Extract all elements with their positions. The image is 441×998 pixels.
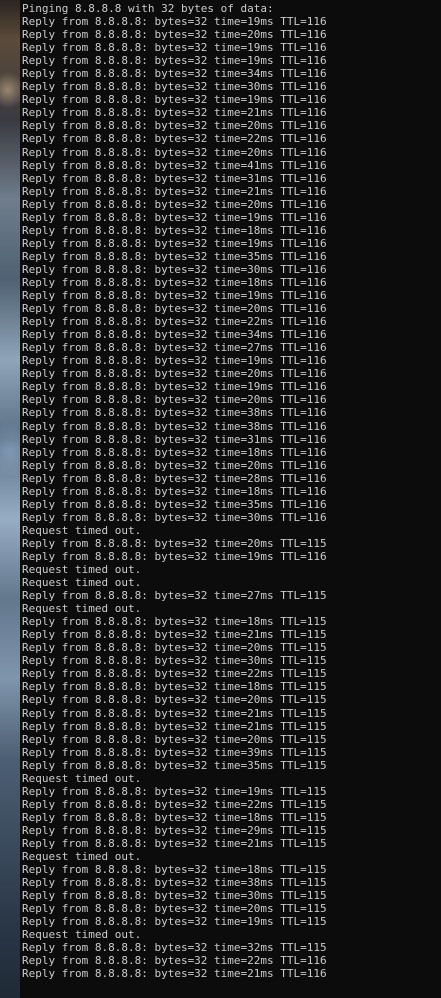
ping-reply-line: Reply from 8.8.8.8: bytes=32 time=38ms T… (22, 419, 327, 433)
ping-reply-line: Reply from 8.8.8.8: bytes=32 time=20ms T… (22, 302, 327, 316)
ping-reply-line: Reply from 8.8.8.8: bytes=32 time=18ms T… (22, 680, 327, 694)
ping-reply-line: Reply from 8.8.8.8: bytes=32 time=39ms T… (22, 745, 327, 759)
ping-reply-line: Reply from 8.8.8.8: bytes=32 time=20ms T… (22, 367, 327, 381)
ping-reply-line: Reply from 8.8.8.8: bytes=32 time=27ms T… (22, 341, 327, 355)
ping-reply-line: Reply from 8.8.8.8: bytes=32 time=30ms T… (22, 262, 327, 276)
ping-reply-line: Reply from 8.8.8.8: bytes=32 time=34ms T… (22, 67, 327, 81)
ping-reply-line: Reply from 8.8.8.8: bytes=32 time=22ms T… (22, 132, 327, 146)
ping-reply-line: Reply from 8.8.8.8: bytes=32 time=31ms T… (22, 432, 327, 446)
ping-reply-line: Reply from 8.8.8.8: bytes=32 time=20ms T… (22, 393, 327, 407)
ping-timeout-line: Request timed out. (22, 928, 142, 942)
ping-reply-line: Reply from 8.8.8.8: bytes=32 time=19ms T… (22, 354, 327, 368)
terminal-output[interactable]: Pinging 8.8.8.8 with 32 bytes of data: Re… (22, 2, 441, 981)
ping-reply-line: Reply from 8.8.8.8: bytes=32 time=20ms T… (22, 145, 327, 159)
ping-timeout-line: Request timed out. (22, 576, 142, 590)
ping-timeout-line: Request timed out. (22, 523, 142, 537)
ping-reply-line: Reply from 8.8.8.8: bytes=32 time=19ms T… (22, 380, 327, 394)
ping-reply-line: Reply from 8.8.8.8: bytes=32 time=19ms T… (22, 41, 327, 55)
ping-reply-line: Reply from 8.8.8.8: bytes=32 time=30ms T… (22, 510, 327, 524)
ping-reply-line: Reply from 8.8.8.8: bytes=32 time=31ms T… (22, 171, 327, 185)
ping-reply-line: Reply from 8.8.8.8: bytes=32 time=22ms T… (22, 954, 327, 968)
ping-reply-line: Reply from 8.8.8.8: bytes=32 time=38ms T… (22, 406, 327, 420)
ping-reply-line: Reply from 8.8.8.8: bytes=32 time=21ms T… (22, 106, 327, 120)
ping-reply-line: Reply from 8.8.8.8: bytes=32 time=18ms T… (22, 445, 327, 459)
ping-reply-line: Reply from 8.8.8.8: bytes=32 time=21ms T… (22, 719, 327, 733)
ping-reply-line: Reply from 8.8.8.8: bytes=32 time=19ms T… (22, 549, 327, 563)
ping-reply-line: Reply from 8.8.8.8: bytes=32 time=19ms T… (22, 93, 327, 107)
ping-reply-line: Reply from 8.8.8.8: bytes=32 time=20ms T… (22, 641, 327, 655)
ping-reply-line: Reply from 8.8.8.8: bytes=32 time=22ms T… (22, 797, 327, 811)
ping-reply-line: Reply from 8.8.8.8: bytes=32 time=30ms T… (22, 889, 327, 903)
ping-reply-line: Reply from 8.8.8.8: bytes=32 time=20ms T… (22, 536, 327, 550)
ping-reply-line: Reply from 8.8.8.8: bytes=32 time=20ms T… (22, 119, 327, 133)
ping-reply-line: Reply from 8.8.8.8: bytes=32 time=19ms T… (22, 289, 327, 303)
ping-reply-line: Reply from 8.8.8.8: bytes=32 time=35ms T… (22, 497, 327, 511)
ping-reply-line: Reply from 8.8.8.8: bytes=32 time=20ms T… (22, 693, 327, 707)
ping-reply-line: Reply from 8.8.8.8: bytes=32 time=19ms T… (22, 15, 327, 29)
ping-reply-line: Reply from 8.8.8.8: bytes=32 time=19ms T… (22, 210, 327, 224)
ping-reply-line: Reply from 8.8.8.8: bytes=32 time=18ms T… (22, 484, 327, 498)
ping-reply-line: Reply from 8.8.8.8: bytes=32 time=30ms T… (22, 654, 327, 668)
ping-timeout-line: Request timed out. (22, 850, 142, 864)
ping-reply-line: Reply from 8.8.8.8: bytes=32 time=28ms T… (22, 471, 327, 485)
desktop-wallpaper-edge (0, 0, 20, 998)
ping-reply-line: Reply from 8.8.8.8: bytes=32 time=27ms T… (22, 589, 327, 603)
ping-reply-line: Reply from 8.8.8.8: bytes=32 time=32ms T… (22, 941, 327, 955)
ping-reply-line: Reply from 8.8.8.8: bytes=32 time=21ms T… (22, 706, 327, 720)
ping-timeout-line: Request timed out. (22, 602, 142, 616)
ping-reply-line: Reply from 8.8.8.8: bytes=32 time=18ms T… (22, 275, 327, 289)
ping-reply-line: Reply from 8.8.8.8: bytes=32 time=21ms T… (22, 184, 327, 198)
ping-reply-line: Reply from 8.8.8.8: bytes=32 time=18ms T… (22, 810, 327, 824)
ping-reply-line: Reply from 8.8.8.8: bytes=32 time=21ms T… (22, 628, 327, 642)
ping-reply-line: Reply from 8.8.8.8: bytes=32 time=20ms T… (22, 197, 327, 211)
ping-reply-line: Reply from 8.8.8.8: bytes=32 time=21ms T… (22, 837, 327, 850)
ping-reply-line: Reply from 8.8.8.8: bytes=32 time=20ms T… (22, 28, 327, 42)
ping-reply-line: Reply from 8.8.8.8: bytes=32 time=20ms T… (22, 458, 327, 472)
ping-reply-line: Reply from 8.8.8.8: bytes=32 time=22ms T… (22, 667, 327, 681)
ping-reply-line: Reply from 8.8.8.8: bytes=32 time=34ms T… (22, 328, 327, 342)
ping-reply-line: Reply from 8.8.8.8: bytes=32 time=18ms T… (22, 615, 327, 629)
console-window: Pinging 8.8.8.8 with 32 bytes of data: Re… (0, 0, 441, 998)
ping-reply-line: Reply from 8.8.8.8: bytes=32 time=29ms T… (22, 823, 327, 837)
ping-reply-line: Reply from 8.8.8.8: bytes=32 time=19ms T… (22, 54, 327, 68)
ping-timeout-line: Request timed out. (22, 771, 142, 785)
ping-reply-line: Reply from 8.8.8.8: bytes=32 time=21ms T… (22, 967, 327, 981)
ping-reply-line: Reply from 8.8.8.8: bytes=32 time=30ms T… (22, 80, 327, 94)
ping-reply-line: Reply from 8.8.8.8: bytes=32 time=38ms T… (22, 876, 327, 890)
ping-reply-line: Reply from 8.8.8.8: bytes=32 time=41ms T… (22, 158, 327, 172)
ping-reply-line: Reply from 8.8.8.8: bytes=32 time=19ms T… (22, 915, 327, 929)
ping-reply-line: Reply from 8.8.8.8: bytes=32 time=18ms T… (22, 223, 327, 237)
ping-reply-line: Reply from 8.8.8.8: bytes=32 time=18ms T… (22, 863, 327, 877)
ping-reply-line: Reply from 8.8.8.8: bytes=32 time=19ms T… (22, 784, 327, 798)
ping-reply-line: Reply from 8.8.8.8: bytes=32 time=20ms T… (22, 732, 327, 746)
ping-reply-line: Reply from 8.8.8.8: bytes=32 time=35ms T… (22, 249, 327, 263)
ping-reply-line: Reply from 8.8.8.8: bytes=32 time=19ms T… (22, 236, 327, 250)
ping-reply-line: Reply from 8.8.8.8: bytes=32 time=20ms T… (22, 902, 327, 916)
ping-timeout-line: Request timed out. (22, 563, 142, 577)
ping-reply-line: Reply from 8.8.8.8: bytes=32 time=22ms T… (22, 315, 327, 329)
ping-reply-line: Reply from 8.8.8.8: bytes=32 time=35ms T… (22, 758, 327, 772)
ping-header-line: Pinging 8.8.8.8 with 32 bytes of data: (22, 2, 274, 15)
